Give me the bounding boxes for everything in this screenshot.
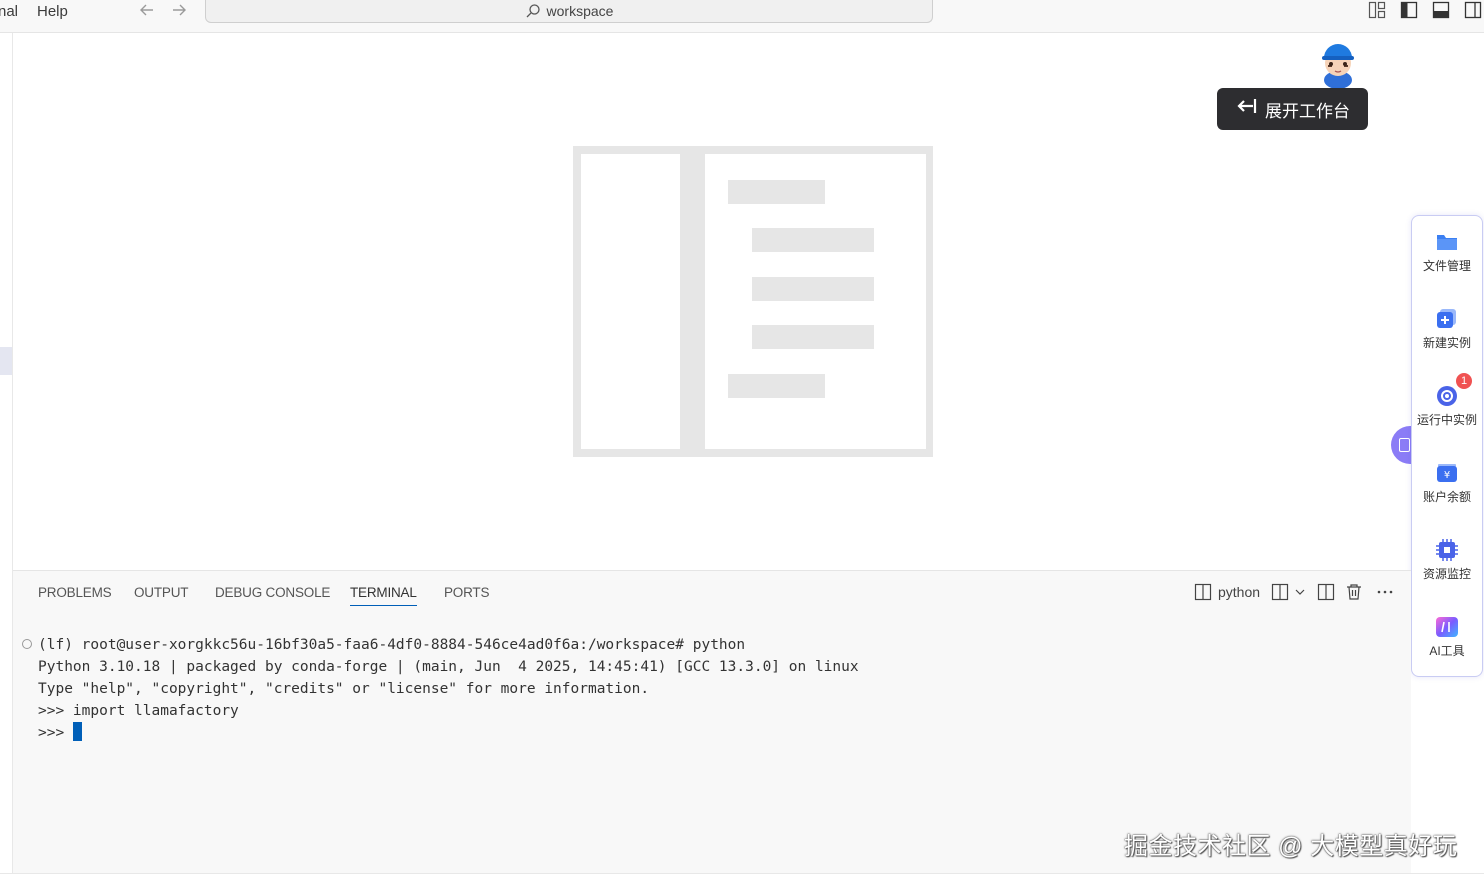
notification-badge: 1 [1456, 373, 1472, 389]
terminal-split-icon [1194, 583, 1212, 601]
tab-output[interactable]: OUTPUT [134, 585, 188, 600]
side-item-running-instances[interactable]: 1 运行中实例 [1412, 373, 1482, 428]
terminal-name: python [1218, 584, 1261, 600]
new-terminal-dropdown[interactable] [1271, 583, 1305, 601]
customize-layout-icon[interactable] [1368, 1, 1386, 19]
side-item-label: 文件管理 [1422, 259, 1471, 273]
activity-bar-selection [0, 347, 12, 375]
terminal-prompt-line: >>> [38, 722, 859, 744]
expand-workbench-label: 展开工作台 [1265, 101, 1350, 121]
running-instance-icon [1437, 386, 1457, 406]
split-terminal-icon [1317, 583, 1335, 601]
tab-ports[interactable]: PORTS [444, 585, 489, 600]
command-center-search[interactable]: workspace [205, 0, 933, 23]
collapse-left-arrow-icon [1235, 97, 1257, 121]
terminal-line: (lf) root@user-xorgkkc56u-16bf30a5-faa6-… [38, 637, 746, 653]
command-decoration-icon [22, 639, 32, 649]
search-icon [526, 4, 540, 18]
trash-icon [1347, 584, 1361, 600]
terminal-prompt: >>> [38, 725, 73, 741]
terminal-line: Python 3.10.18 | packaged by conda-forge… [38, 659, 859, 675]
side-item-label: 运行中实例 [1416, 413, 1477, 427]
chip-icon [1436, 539, 1458, 561]
menu-item-terminal[interactable]: nal [0, 3, 18, 20]
side-item-label: 资源监控 [1422, 567, 1471, 581]
mascot-avatar[interactable] [1314, 36, 1362, 93]
chevron-down-icon [1295, 589, 1305, 595]
terminal-line: Type "help", "copyright", "credits" or "… [38, 681, 650, 697]
side-item-label: 新建实例 [1422, 336, 1471, 350]
toggle-panel-icon[interactable] [1432, 1, 1450, 19]
side-item-ai-tools[interactable]: AI工具 [1412, 616, 1482, 659]
arrow-right-icon[interactable] [170, 0, 188, 25]
ellipsis-icon [1377, 590, 1393, 594]
side-item-label: 账户余额 [1422, 490, 1471, 504]
side-toolbar: 文件管理 新建实例 1 运行中实例 ¥ 账户余额 资源监控 AI工具 [1411, 215, 1483, 677]
title-bar: nal Help workspace [0, 0, 1484, 33]
arrow-left-icon[interactable] [138, 0, 156, 25]
split-editor-icon [1271, 583, 1289, 601]
kill-terminal-button[interactable] [1346, 583, 1362, 601]
side-item-label: AI工具 [1429, 644, 1465, 658]
tab-problems[interactable]: PROBLEMS [38, 585, 112, 600]
side-item-new-instance[interactable]: 新建实例 [1412, 308, 1482, 351]
site-watermark: 掘金技术社区 @ 大模型真好玩 [1124, 833, 1458, 860]
side-item-file-manager[interactable]: 文件管理 [1412, 231, 1482, 274]
folder-icon [1437, 235, 1457, 250]
activity-bar-edge [0, 33, 13, 880]
toggle-secondary-sidebar-icon[interactable] [1464, 1, 1482, 19]
side-item-account-balance[interactable]: ¥ 账户余额 [1412, 462, 1482, 505]
tab-terminal[interactable]: TERMINAL [350, 585, 417, 606]
more-actions-button[interactable] [1376, 583, 1394, 601]
ai-tool-icon [1436, 617, 1458, 637]
toggle-primary-sidebar-icon[interactable] [1400, 1, 1418, 19]
editor-watermark-logo-icon [573, 146, 933, 462]
command-center-text: workspace [546, 3, 614, 19]
terminal-selector[interactable]: python [1194, 583, 1260, 601]
new-instance-icon [1437, 309, 1456, 328]
terminal-output[interactable]: (lf) root@user-xorgkkc56u-16bf30a5-faa6-… [38, 634, 859, 744]
side-item-resource-monitor[interactable]: 资源监控 [1412, 539, 1482, 582]
wallet-icon: ¥ [1437, 464, 1457, 482]
terminal-cursor [72, 722, 82, 741]
terminal-line: >>> import llamafactory [38, 703, 239, 719]
svg-text:¥: ¥ [1444, 470, 1450, 481]
split-terminal-button[interactable] [1317, 583, 1335, 601]
tab-debug-console[interactable]: DEBUG CONSOLE [215, 585, 330, 600]
menu-item-help[interactable]: Help [37, 3, 68, 20]
expand-workbench-button[interactable]: 展开工作台 [1217, 88, 1368, 130]
